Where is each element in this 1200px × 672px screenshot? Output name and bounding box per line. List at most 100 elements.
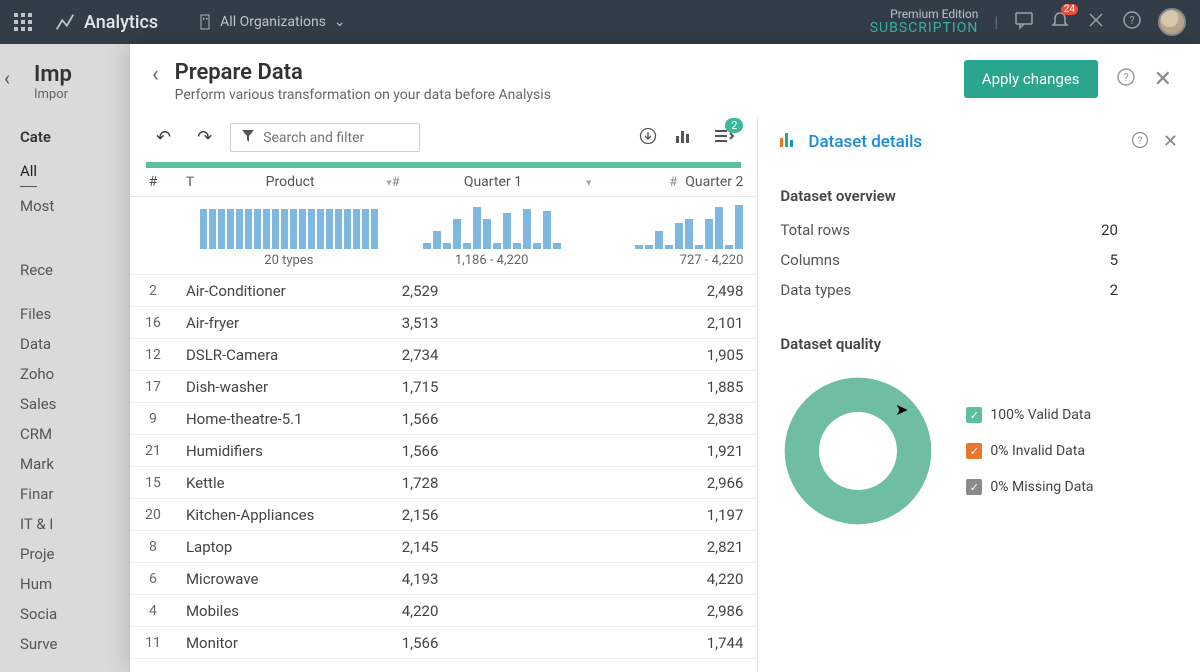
toolbar-download-icon[interactable] <box>639 127 657 149</box>
row-index: 16 <box>130 315 176 331</box>
tools-icon[interactable] <box>1086 10 1106 34</box>
bg-title: Imp <box>34 62 130 87</box>
table-row[interactable]: 11Monitor1,5661,744 <box>130 627 757 659</box>
table-row[interactable]: 17Dish-washer1,7151,885 <box>130 371 757 403</box>
undo-button[interactable]: ↶ <box>148 123 179 152</box>
row-index: 4 <box>130 603 176 619</box>
table-row[interactable]: 12DSLR-Camera2,7341,905 <box>130 339 757 371</box>
apps-grid-icon[interactable] <box>14 13 32 31</box>
row-q2: 2,498 <box>592 282 758 300</box>
redo-button[interactable]: ↷ <box>189 123 220 152</box>
modal-close-icon[interactable]: ✕ <box>1154 67 1172 92</box>
chevron-down-icon: ⌄ <box>334 14 346 30</box>
bar-chart-icon <box>780 132 798 152</box>
checkbox-icon: ✓ <box>966 443 982 459</box>
row-q2: 4,220 <box>592 570 758 588</box>
row-index: 21 <box>130 443 176 459</box>
modal-back-button[interactable]: ‹ <box>152 62 159 87</box>
table-header-row: # T Product ▾ # Quarter 1 ▾ # Quarter 2 <box>130 168 757 197</box>
back-arrow-icon[interactable]: ‹ <box>4 66 10 90</box>
sidebar-item[interactable]: CRM <box>20 419 130 449</box>
sidebar-item[interactable]: Socia <box>20 599 130 629</box>
bg-subtitle: Impor <box>34 87 130 102</box>
col-product-header[interactable]: T Product ▾ <box>176 174 392 190</box>
legend-item: ✓100% Valid Data <box>966 407 1093 423</box>
row-product: Laptop <box>176 538 392 556</box>
details-close-icon[interactable]: ✕ <box>1163 131 1178 153</box>
modal-help-icon[interactable]: ? <box>1116 67 1136 92</box>
row-q2: 1,197 <box>592 506 758 524</box>
svg-text:?: ? <box>1123 71 1128 84</box>
row-q2: 1,905 <box>592 346 758 364</box>
bg-section-head: Cate <box>20 128 130 146</box>
row-q2: 2,101 <box>592 314 758 332</box>
overview-row: Total rows 20 <box>780 215 1178 245</box>
sidebar-item[interactable]: IT & I <box>20 509 130 539</box>
user-avatar[interactable] <box>1158 8 1186 36</box>
row-index: 2 <box>130 283 176 299</box>
table-row[interactable]: 6Microwave4,1934,220 <box>130 563 757 595</box>
sidebar-item[interactable]: Hum <box>20 569 130 599</box>
table-row[interactable]: 9Home-theatre-5.11,5662,838 <box>130 403 757 435</box>
details-help-icon[interactable]: ? <box>1131 131 1149 153</box>
row-q1: 4,220 <box>392 602 592 620</box>
overview-value: 5 <box>1110 251 1178 269</box>
table-row[interactable]: 4Mobiles4,2202,986 <box>130 595 757 627</box>
sidebar-item[interactable]: Data <box>20 329 130 359</box>
row-product: Air-fryer <box>176 314 392 332</box>
row-index: 11 <box>130 635 176 651</box>
overview-row: Columns 5 <box>780 245 1178 275</box>
text-type-icon: T <box>186 175 194 190</box>
overview-label: Total rows <box>780 221 850 239</box>
row-product: Kitchen-Appliances <box>176 506 392 524</box>
col-index-header[interactable]: # <box>130 174 176 190</box>
table-toolbar: ↶ ↷ 2 <box>130 117 757 162</box>
table-row[interactable]: 20Kitchen-Appliances2,1561,197 <box>130 499 757 531</box>
col-q1-header[interactable]: # Quarter 1 ▾ <box>392 174 592 190</box>
apply-changes-button[interactable]: Apply changes <box>964 60 1098 98</box>
table-row[interactable]: 15Kettle1,7282,966 <box>130 467 757 499</box>
sidebar-item[interactable]: Finar <box>20 479 130 509</box>
sidebar-item[interactable]: Proje <box>20 539 130 569</box>
legend-item: ✓0% Invalid Data <box>966 443 1093 459</box>
table-row[interactable]: 2Air-Conditioner2,5292,498 <box>130 275 757 307</box>
search-filter-box[interactable] <box>230 123 420 152</box>
toolbar-list-icon[interactable]: 2 <box>713 128 735 148</box>
sidebar-item[interactable]: Mark <box>20 449 130 479</box>
legend-item: ✓0% Missing Data <box>966 479 1093 495</box>
sidebar-item[interactable]: Most <box>20 191 130 221</box>
notification-bell-icon[interactable]: 24 <box>1050 10 1070 34</box>
sidebar-item[interactable]: Rece <box>20 255 130 285</box>
col-q2-header[interactable]: # Quarter 2 <box>592 174 758 190</box>
row-index: 20 <box>130 507 176 523</box>
chat-icon[interactable] <box>1014 10 1034 34</box>
sidebar-item[interactable]: Sales <box>20 389 130 419</box>
subscription-label: SUBSCRIPTION <box>870 21 979 36</box>
overview-value: 20 <box>1101 221 1178 239</box>
help-icon[interactable]: ? <box>1122 10 1142 34</box>
row-product: Microwave <box>176 570 392 588</box>
toolbar-chart-icon[interactable] <box>675 128 695 148</box>
brand[interactable]: Analytics <box>54 11 158 33</box>
overview-label: Columns <box>780 251 839 269</box>
org-selector[interactable]: All Organizations ⌄ <box>198 13 346 31</box>
search-input[interactable] <box>263 130 409 146</box>
table-row[interactable]: 21Humidifiers1,5661,921 <box>130 435 757 467</box>
subscription-info[interactable]: Premium Edition SUBSCRIPTION <box>870 8 979 37</box>
row-index: 12 <box>130 347 176 363</box>
sidebar-item[interactable]: Files <box>20 299 130 329</box>
sidebar-item[interactable]: Surve <box>20 629 130 659</box>
svg-text:?: ? <box>1129 14 1134 27</box>
row-product: Monitor <box>176 634 392 652</box>
sidebar-item[interactable]: Zoho <box>20 359 130 389</box>
row-product: DSLR-Camera <box>176 346 392 364</box>
row-q2: 1,921 <box>592 442 758 460</box>
sidebar-item[interactable]: All <box>20 156 37 187</box>
table-row[interactable]: 16Air-fryer3,5132,101 <box>130 307 757 339</box>
table-row[interactable]: 8Laptop2,1452,821 <box>130 531 757 563</box>
q1-histogram <box>423 205 561 249</box>
product-histogram <box>200 205 378 249</box>
row-q2: 2,838 <box>592 410 758 428</box>
histogram-row: 20 types 1,186 - 4,220 727 - 4,220 <box>130 197 757 275</box>
product-hist-label: 20 types <box>264 253 313 268</box>
